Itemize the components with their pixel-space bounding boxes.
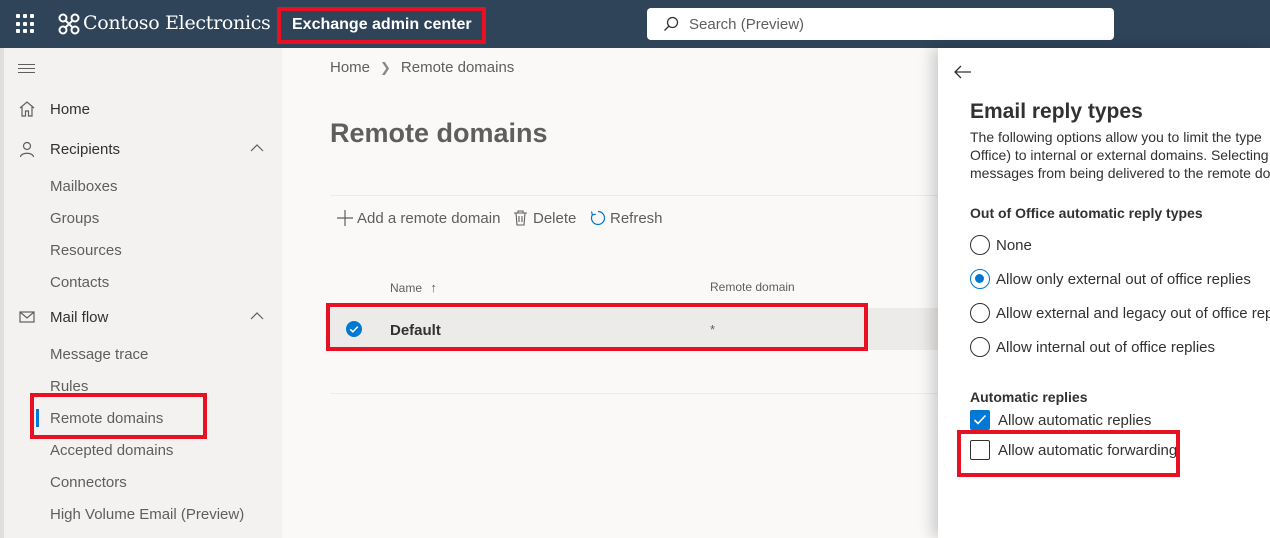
nav-item-mail-flow[interactable]: Mail flow (0, 301, 282, 333)
column-label: Remote domain (710, 280, 795, 294)
nav-sub-label: Resources (50, 242, 122, 259)
button-label: Refresh (610, 210, 663, 227)
nav-item-label: Recipients (50, 141, 121, 158)
radio-circle[interactable] (970, 337, 990, 357)
contoso-logo-icon (58, 13, 80, 35)
back-arrow-icon[interactable] (954, 65, 972, 79)
add-remote-domain-button[interactable]: Add a remote domain (337, 208, 502, 230)
button-label: Delete (533, 210, 577, 227)
nav-sub-rules[interactable]: Rules (0, 373, 282, 401)
description-line: Office) to internal or external domains.… (970, 147, 1269, 163)
nav-sub-label: High Volume Email (Preview) (50, 506, 245, 523)
nav-sub-high-volume-email[interactable]: High Volume Email (Preview) (0, 501, 282, 529)
divider (330, 195, 938, 196)
plus-icon (337, 210, 353, 226)
brand-name[interactable]: Contoso Electronics (83, 12, 271, 34)
nav-sub-label: Remote domains (50, 410, 164, 427)
chevron-up-icon[interactable] (250, 312, 264, 320)
radio-label: None (996, 237, 1032, 254)
radio-internal[interactable]: Allow internal out of office replies (970, 337, 1270, 359)
nav-item-label: Home (50, 101, 91, 118)
trash-icon (514, 210, 527, 226)
nav-sub-groups[interactable]: Groups (0, 205, 282, 233)
nav-item-label: Mail flow (50, 309, 109, 326)
mail-icon (19, 311, 35, 323)
radio-circle[interactable] (970, 303, 990, 323)
table-row[interactable]: Default * (330, 308, 938, 350)
app-title[interactable]: Exchange admin center (292, 16, 472, 34)
allow-automatic-forwarding-checkbox[interactable]: Allow automatic forwarding (970, 440, 1270, 462)
breadcrumb-home[interactable]: Home (330, 59, 370, 76)
panel-title: Email reply types (970, 100, 1143, 123)
description-line: messages from being delivered to the rem… (970, 165, 1270, 181)
checkbox-label: Allow automatic replies (998, 412, 1152, 429)
nav-sub-label: Accepted domains (50, 442, 174, 459)
panel-description: The following options allow you to limit… (970, 128, 1270, 182)
arrow-up-icon: ↑ (430, 280, 437, 295)
search-box[interactable] (647, 8, 1114, 40)
search-input[interactable] (689, 14, 1089, 34)
page-title: Remote domains (330, 118, 548, 148)
nav-sub-contacts[interactable]: Contacts (0, 269, 282, 297)
chevron-right-icon: ❯ (380, 60, 391, 75)
nav-sub-label: Contacts (50, 274, 110, 291)
delete-button[interactable]: Delete (513, 208, 578, 230)
checkbox-checked[interactable] (970, 410, 990, 430)
chevron-up-icon[interactable] (250, 144, 264, 152)
radio-label: Allow only external out of office replie… (996, 271, 1251, 288)
checkmark-circle-icon[interactable] (346, 321, 362, 337)
radio-external-only[interactable]: Allow only external out of office replie… (970, 269, 1270, 291)
divider (330, 393, 938, 394)
nav-item-home[interactable]: Home (0, 93, 282, 125)
nav-sub-label: Connectors (50, 474, 127, 491)
nav-sub-connectors[interactable]: Connectors (0, 469, 282, 497)
description-line: The following options allow you to limit… (970, 129, 1262, 145)
column-header-name[interactable]: Name ↑ (390, 280, 437, 295)
refresh-icon (590, 210, 606, 226)
nav-sub-mailboxes[interactable]: Mailboxes (0, 173, 282, 201)
nav-sub-label: Message trace (50, 346, 149, 363)
top-bar: Contoso Electronics Exchange admin cente… (0, 0, 1270, 48)
row-name[interactable]: Default (390, 322, 441, 339)
column-label: Name (390, 281, 423, 295)
button-label: Add a remote domain (357, 210, 501, 227)
refresh-button[interactable]: Refresh (590, 208, 665, 230)
person-icon (19, 141, 35, 158)
nav-sub-label: Groups (50, 210, 100, 227)
nav-sub-remote-domains[interactable]: Remote domains (0, 405, 282, 433)
allow-automatic-replies-checkbox[interactable]: Allow automatic replies (970, 410, 1270, 432)
radio-external-and-legacy[interactable]: Allow external and legacy out of office … (970, 303, 1270, 325)
nav-sub-label: Rules (50, 378, 89, 395)
automatic-replies-section-label: Automatic replies (970, 389, 1088, 405)
search-icon (664, 16, 679, 31)
nav-sub-message-trace[interactable]: Message trace (0, 341, 282, 369)
checkmark-icon (973, 414, 987, 425)
left-navigation: Home Recipients Mailboxes Groups Resourc… (0, 48, 282, 538)
home-icon (19, 101, 35, 117)
radio-label: Allow internal out of office replies (996, 339, 1216, 356)
checkbox-label: Allow automatic forwarding (998, 442, 1178, 459)
app-launcher-icon[interactable] (16, 14, 36, 34)
hamburger-menu-icon[interactable] (18, 64, 35, 74)
radio-label: Allow external and legacy out of office … (996, 305, 1270, 322)
checkbox-unchecked[interactable] (970, 440, 990, 460)
radio-circle-selected[interactable] (970, 269, 990, 289)
radio-none[interactable]: None (970, 235, 1270, 257)
radio-circle[interactable] (970, 235, 990, 255)
email-reply-types-panel: Email reply types The following options … (938, 48, 1270, 538)
nav-item-recipients[interactable]: Recipients (0, 133, 282, 165)
breadcrumb-current: Remote domains (400, 59, 515, 76)
column-header-remote-domain[interactable]: Remote domain (710, 280, 795, 294)
nav-sub-accepted-domains[interactable]: Accepted domains (0, 437, 282, 465)
ooo-section-label: Out of Office automatic reply types (970, 205, 1203, 221)
nav-sub-label: Mailboxes (50, 178, 118, 195)
selected-indicator (36, 409, 39, 427)
breadcrumb: Home ❯ Remote domains (330, 59, 514, 76)
row-domain: * (710, 322, 716, 337)
nav-sub-resources[interactable]: Resources (0, 237, 282, 265)
